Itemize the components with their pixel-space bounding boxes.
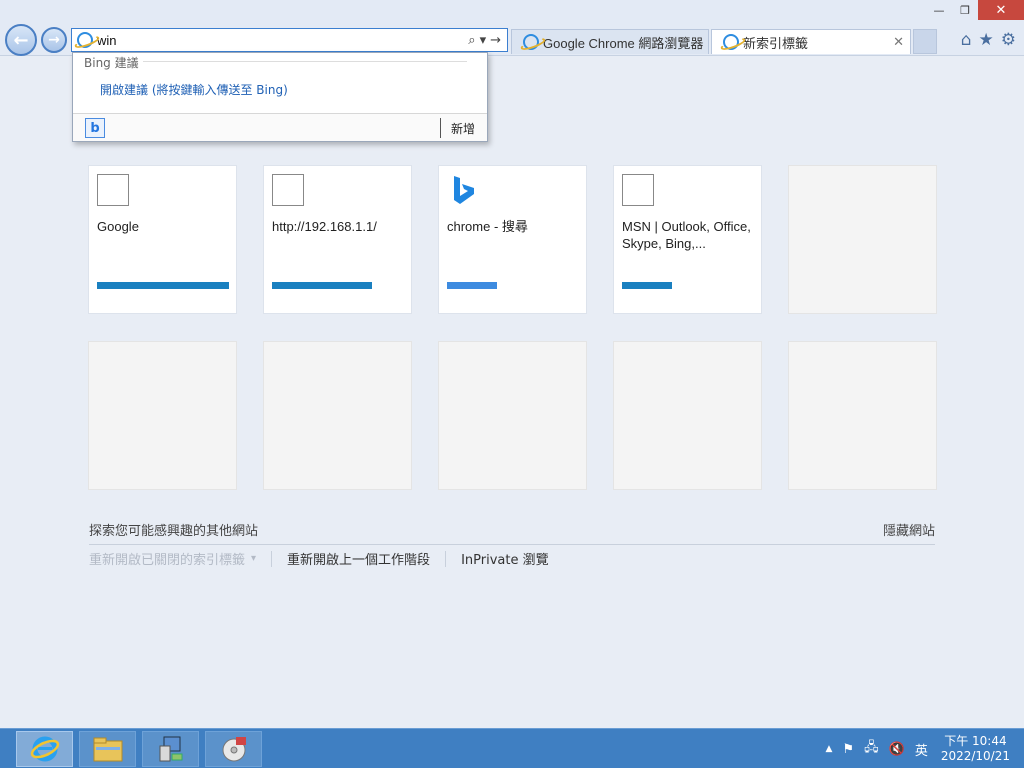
visit-frequency-bar	[97, 282, 229, 289]
gear-icon[interactable]: ⚙	[1001, 30, 1016, 50]
tab-google-chrome[interactable]: Google Chrome 網路瀏覽器	[511, 29, 709, 54]
site-favicon-icon	[272, 174, 304, 206]
empty-tile[interactable]	[788, 165, 937, 314]
new-tab-button[interactable]	[913, 29, 937, 54]
ie-icon	[523, 34, 539, 50]
address-bar[interactable]: win ⌕ ▾ →	[71, 28, 508, 52]
taskbar-media-button[interactable]	[205, 731, 262, 767]
chevron-down-icon: ▾	[251, 553, 257, 564]
site-tile[interactable]: http://192.168.1.1/	[263, 165, 412, 314]
folder-icon	[93, 737, 122, 762]
home-icon[interactable]: ⌂	[961, 30, 972, 50]
reopen-last-session-link[interactable]: 重新開啟上一個工作階段	[287, 549, 430, 568]
network-icon[interactable]: 🖧	[864, 738, 879, 760]
chevron-down-icon[interactable]: ▾	[480, 33, 487, 48]
empty-tile[interactable]	[263, 341, 412, 490]
close-button[interactable]: ✕	[978, 0, 1024, 20]
divider	[89, 544, 935, 545]
suggestions-footer: b 新增	[73, 113, 487, 141]
flag-icon[interactable]: ⚑	[842, 742, 854, 757]
suggestions-header: Bing 建議	[84, 56, 139, 70]
tile-title: MSN | Outlook, Office, Skype, Bing,...	[622, 219, 751, 251]
restore-button[interactable]: ❐	[952, 0, 978, 20]
enable-suggestions-link[interactable]: 開啟建議 (將按鍵輸入傳送至 Bing)	[100, 81, 288, 98]
address-input[interactable]: win	[97, 33, 468, 48]
taskbar: ▲ ⚑ 🖧 🔇 英 下午 10:44 2022/10/21	[0, 728, 1024, 768]
divider	[271, 550, 273, 567]
volume-muted-icon[interactable]: 🔇	[889, 742, 905, 757]
empty-tile[interactable]	[438, 341, 587, 490]
tile-title: http://192.168.1.1/	[272, 219, 377, 234]
reopen-closed-tabs-link: 重新開啟已關閉的索引標籤	[89, 553, 246, 568]
disc-icon	[222, 737, 246, 762]
inprivate-link[interactable]: InPrivate 瀏覽	[461, 549, 549, 568]
empty-tile[interactable]	[613, 341, 762, 490]
tile-title: chrome - 搜尋	[447, 219, 528, 234]
clock-time: 下午 10:44	[944, 734, 1007, 748]
visit-frequency-bar	[272, 282, 372, 289]
search-icon[interactable]: ⌕	[468, 33, 475, 48]
taskbar-ie-button[interactable]	[16, 731, 73, 767]
tile-title: Google	[97, 219, 139, 234]
taskbar-server-manager-button[interactable]	[142, 731, 199, 767]
go-arrow-icon[interactable]: →	[490, 33, 501, 48]
forward-button[interactable]: →	[41, 27, 67, 53]
empty-tile[interactable]	[88, 341, 237, 490]
show-hidden-icons-icon[interactable]: ▲	[826, 744, 833, 754]
bing-icon[interactable]: b	[85, 118, 105, 138]
bing-icon	[454, 176, 474, 204]
server-manager-icon	[159, 736, 182, 762]
back-button[interactable]: ←	[5, 24, 37, 56]
minimize-button[interactable]: —	[926, 0, 952, 20]
clock-date: 2022/10/21	[940, 749, 1010, 763]
close-icon[interactable]: ✕	[893, 34, 904, 50]
hide-sites-link[interactable]: 隱藏網站	[883, 520, 935, 539]
empty-tile[interactable]	[788, 341, 937, 490]
discover-sites-link[interactable]: 探索您可能感興趣的其他網站	[89, 520, 258, 539]
taskbar-explorer-button[interactable]	[79, 731, 136, 767]
session-links: 重新開啟已關閉的索引標籤 ▾ 重新開啟上一個工作階段 InPrivate 瀏覽	[89, 549, 549, 568]
tab-label: 新索引標籤	[743, 35, 809, 51]
browser-chrome: — ❐ ✕ ← → win ⌕ ▾ → Google Chrome 網路瀏覽器 …	[0, 0, 1024, 56]
window-controls: — ❐ ✕	[926, 0, 1024, 20]
site-tile[interactable]: MSN | Outlook, Office, Skype, Bing,...	[613, 165, 762, 314]
ie-icon	[723, 34, 739, 50]
visit-frequency-bar	[622, 282, 672, 289]
back-arrow-icon: ←	[13, 29, 29, 51]
site-favicon-icon	[622, 174, 654, 206]
system-tray: ▲ ⚑ 🖧 🔇 英 下午 10:44 2022/10/21	[821, 729, 1024, 768]
divider	[445, 550, 447, 567]
clock[interactable]: 下午 10:44 2022/10/21	[941, 734, 1010, 764]
ie-icon	[30, 736, 59, 762]
site-tile[interactable]: chrome - 搜尋	[438, 165, 587, 314]
divider	[440, 118, 441, 138]
site-tile[interactable]: Google	[88, 165, 237, 314]
forward-arrow-icon: →	[48, 32, 60, 48]
suggestions-dropdown: Bing 建議 開啟建議 (將按鍵輸入傳送至 Bing) b 新增	[72, 52, 488, 142]
site-favicon-icon	[97, 174, 129, 206]
ie-icon	[77, 32, 93, 48]
tab-label: Google Chrome 網路瀏覽器	[543, 35, 704, 51]
address-actions: ⌕ ▾ →	[468, 33, 507, 48]
divider	[143, 61, 467, 62]
frequent-sites-grid: Google http://192.168.1.1/chrome - 搜尋 MSN …	[88, 165, 937, 490]
ime-indicator[interactable]: 英	[915, 740, 928, 759]
toolbar-icons: ⌂ ★ ⚙	[961, 30, 1016, 50]
visit-frequency-bar	[447, 282, 497, 289]
add-provider-button[interactable]: 新增	[451, 120, 475, 137]
star-icon[interactable]: ★	[979, 30, 994, 50]
tab-new-tab[interactable]: 新索引標籤 ✕	[711, 29, 911, 54]
